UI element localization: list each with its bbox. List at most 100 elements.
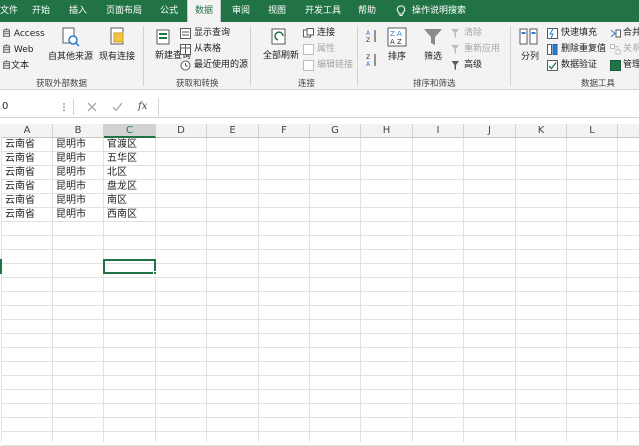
reapply-icon — [451, 45, 459, 54]
column-header-A[interactable]: A — [2, 124, 53, 138]
formula-divider — [73, 99, 74, 115]
column-header-I[interactable]: I — [413, 124, 464, 138]
show-queries-button[interactable]: 显示查询 — [194, 28, 230, 39]
sort-button[interactable]: 排序 — [388, 52, 406, 63]
tab-review[interactable]: 审阅 — [232, 0, 250, 22]
tab-file[interactable]: 文件 — [0, 0, 18, 22]
text-to-columns-button[interactable]: 分列 — [521, 52, 539, 63]
clear-filter-icon — [451, 29, 459, 38]
tab-insert[interactable]: 插入 — [69, 0, 87, 22]
tab-home[interactable]: 开始 — [32, 0, 50, 22]
group-divider — [143, 26, 144, 86]
tab-developer[interactable]: 开发工具 — [305, 0, 341, 22]
gridline-horizontal — [2, 431, 639, 432]
enter-icon[interactable] — [112, 102, 123, 112]
tab-data[interactable]: 数据 — [187, 0, 221, 22]
cell-C6[interactable]: 西南区 — [104, 208, 137, 222]
cell-A4[interactable]: 云南省 — [2, 180, 35, 194]
from-access-button[interactable]: 自 Access — [2, 29, 45, 40]
spreadsheet-grid[interactable]: A B C D E F G H I J K L 云南省 昆明市 官渡区 云南省 … — [0, 124, 639, 446]
column-header-F[interactable]: F — [259, 124, 310, 138]
from-text-button[interactable]: 自文本 — [2, 61, 29, 72]
cell-A6[interactable]: 云南省 — [2, 208, 35, 222]
consolidate-button[interactable]: 合并 — [623, 28, 639, 39]
sort-icon: Z A A Z — [387, 27, 407, 47]
column-header-D[interactable]: D — [156, 124, 207, 138]
svg-text:A Z: A Z — [390, 38, 402, 46]
cell-A3[interactable]: 云南省 — [2, 166, 35, 180]
relationships-button[interactable]: 关系 — [623, 44, 639, 55]
gridline-horizontal — [2, 235, 639, 236]
edit-links-button[interactable]: 编辑链接 — [317, 60, 353, 71]
cell-B3[interactable]: 昆明市 — [53, 166, 86, 180]
from-web-button[interactable]: 自 Web — [2, 45, 33, 56]
other-sources-icon — [62, 27, 80, 47]
advanced-filter-button[interactable]: 高级 — [464, 60, 482, 71]
data-validation-icon — [547, 60, 558, 71]
cell-B4[interactable]: 昆明市 — [53, 180, 86, 194]
column-header-B[interactable]: B — [53, 124, 104, 138]
data-validation-button[interactable]: 数据验证 — [561, 60, 597, 71]
column-header-H[interactable]: H — [361, 124, 413, 138]
gridline-vertical — [309, 138, 310, 442]
connections-button[interactable]: 连接 — [317, 28, 335, 39]
column-header-K[interactable]: K — [516, 124, 567, 138]
from-table-button[interactable]: 从表格 — [194, 44, 221, 55]
fill-handle[interactable] — [153, 271, 157, 275]
cell-C5[interactable]: 南区 — [104, 194, 127, 208]
tab-view[interactable]: 视图 — [268, 0, 286, 22]
gridline-vertical — [463, 138, 464, 442]
gridline-horizontal — [2, 179, 639, 180]
cell-A5[interactable]: 云南省 — [2, 194, 35, 208]
filter-button[interactable]: 筛选 — [424, 52, 442, 63]
clear-filter-button[interactable]: 清除 — [464, 28, 482, 39]
cell-C3[interactable]: 北区 — [104, 166, 127, 180]
tell-me-search[interactable]: 操作说明搜索 — [412, 0, 466, 22]
cell-C4[interactable]: 盘龙区 — [104, 180, 137, 194]
gridline-horizontal — [2, 375, 639, 376]
reapply-button[interactable]: 重新应用 — [464, 44, 500, 55]
tab-page-layout[interactable]: 页面布局 — [106, 0, 142, 22]
column-header-L[interactable]: L — [567, 124, 618, 138]
recent-sources-button[interactable]: 最近使用的源 — [194, 60, 248, 71]
cell-B5[interactable]: 昆明市 — [53, 194, 86, 208]
name-box[interactable]: 0 — [0, 99, 58, 115]
tab-formulas[interactable]: 公式 — [160, 0, 178, 22]
flash-fill-button[interactable]: 快速填充 — [561, 28, 597, 39]
manage-data-model-button[interactable]: 管理 — [623, 60, 639, 71]
group-label-get-external: 获取外部数据 — [36, 79, 88, 89]
group-label-get-transform: 获取和转换 — [176, 79, 219, 89]
column-header-E[interactable]: E — [207, 124, 259, 138]
ribbon: 自 Access 自 Web 自文本 自其他来源 现有连接 获取外部数据 新建查… — [0, 22, 639, 90]
gridline-horizontal — [2, 263, 639, 264]
lightbulb-icon — [396, 5, 406, 16]
cell-B2[interactable]: 昆明市 — [53, 152, 86, 166]
gridline-horizontal — [2, 389, 639, 390]
column-header-C[interactable]: C — [104, 124, 156, 138]
connections-icon — [303, 28, 314, 38]
tab-help[interactable]: 帮助 — [358, 0, 376, 22]
sort-ascending-icon: AZ — [366, 30, 376, 43]
cell-B1[interactable]: 昆明市 — [53, 138, 86, 152]
formula-input[interactable] — [158, 98, 639, 116]
cell-C1[interactable]: 官渡区 — [104, 138, 137, 152]
cell-B6[interactable]: 昆明市 — [53, 208, 86, 222]
recent-sources-icon — [180, 60, 191, 71]
refresh-all-button[interactable]: 全部刷新 — [263, 51, 299, 62]
cell-C2[interactable]: 五华区 — [104, 152, 137, 166]
insert-function-button[interactable]: fx — [138, 99, 147, 115]
properties-button[interactable]: 属性 — [317, 44, 335, 55]
gridline-horizontal — [2, 207, 639, 208]
existing-connections-button[interactable]: 现有连接 — [99, 52, 135, 63]
cell-A2[interactable]: 云南省 — [2, 152, 35, 166]
active-cell-selection[interactable] — [103, 259, 156, 274]
column-header-J[interactable]: J — [464, 124, 516, 138]
cell-A1[interactable]: 云南省 — [2, 138, 35, 152]
column-header-G[interactable]: G — [310, 124, 361, 138]
active-row-indicator — [0, 259, 2, 274]
remove-duplicates-button[interactable]: 删除重复值 — [561, 44, 606, 55]
cancel-icon[interactable] — [87, 102, 97, 112]
group-divider — [510, 26, 511, 86]
gridline-vertical — [566, 138, 567, 442]
from-other-sources-button[interactable]: 自其他来源 — [48, 52, 93, 63]
